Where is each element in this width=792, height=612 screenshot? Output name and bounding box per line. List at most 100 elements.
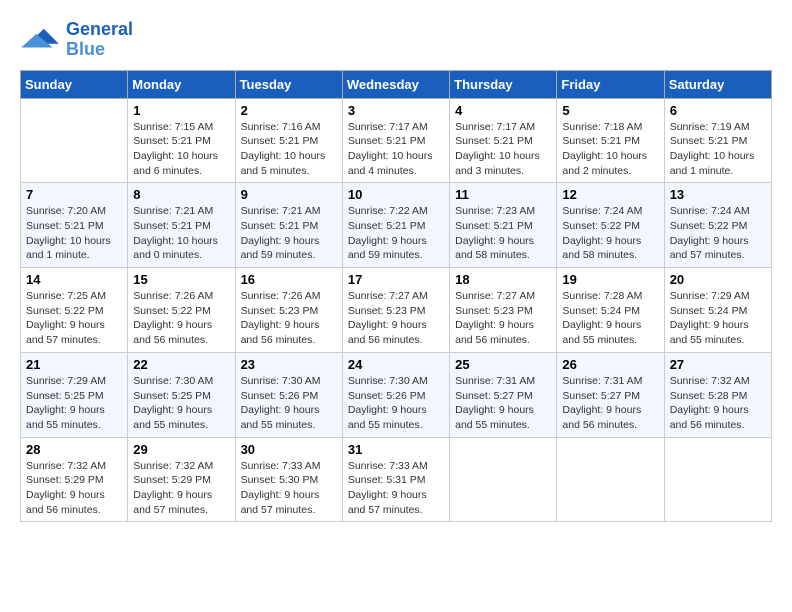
day-info: Sunrise: 7:33 AMSunset: 5:30 PMDaylight:… xyxy=(241,459,337,518)
day-info: Sunrise: 7:21 AMSunset: 5:21 PMDaylight:… xyxy=(241,204,337,263)
day-number: 4 xyxy=(455,103,551,118)
calendar-cell: 9 Sunrise: 7:21 AMSunset: 5:21 PMDaylight… xyxy=(235,183,342,268)
column-header-monday: Monday xyxy=(128,70,235,98)
day-info: Sunrise: 7:26 AMSunset: 5:22 PMDaylight:… xyxy=(133,289,229,348)
calendar-cell: 8 Sunrise: 7:21 AMSunset: 5:21 PMDaylight… xyxy=(128,183,235,268)
day-info: Sunrise: 7:17 AMSunset: 5:21 PMDaylight:… xyxy=(455,120,551,179)
day-info: Sunrise: 7:32 AMSunset: 5:29 PMDaylight:… xyxy=(133,459,229,518)
day-info: Sunrise: 7:25 AMSunset: 5:22 PMDaylight:… xyxy=(26,289,122,348)
day-number: 10 xyxy=(348,187,444,202)
calendar-table: SundayMondayTuesdayWednesdayThursdayFrid… xyxy=(20,70,772,523)
calendar-cell: 29 Sunrise: 7:32 AMSunset: 5:29 PMDayligh… xyxy=(128,437,235,522)
day-info: Sunrise: 7:27 AMSunset: 5:23 PMDaylight:… xyxy=(455,289,551,348)
day-number: 2 xyxy=(241,103,337,118)
calendar-cell xyxy=(664,437,771,522)
calendar-cell: 21Sunrise: 7:29 AMSunset: 5:25 PMDayligh… xyxy=(21,352,128,437)
calendar-cell: 30 Sunrise: 7:33 AMSunset: 5:30 PMDayligh… xyxy=(235,437,342,522)
calendar-cell xyxy=(557,437,664,522)
calendar-cell xyxy=(21,98,128,183)
logo: GeneralBlue xyxy=(20,20,133,60)
calendar-cell: 27Sunrise: 7:32 AMSunset: 5:28 PMDayligh… xyxy=(664,352,771,437)
day-number: 16 xyxy=(241,272,337,287)
calendar-cell: 26 Sunrise: 7:31 AMSunset: 5:27 PMDayligh… xyxy=(557,352,664,437)
day-number: 15 xyxy=(133,272,229,287)
day-number: 25 xyxy=(455,357,551,372)
column-header-friday: Friday xyxy=(557,70,664,98)
calendar-cell: 22Sunrise: 7:30 AMSunset: 5:25 PMDayligh… xyxy=(128,352,235,437)
calendar-cell: 14 Sunrise: 7:25 AMSunset: 5:22 PMDayligh… xyxy=(21,268,128,353)
calendar-cell: 15 Sunrise: 7:26 AMSunset: 5:22 PMDayligh… xyxy=(128,268,235,353)
calendar-week-row: 1 Sunrise: 7:15 AMSunset: 5:21 PMDaylight… xyxy=(21,98,772,183)
day-info: Sunrise: 7:23 AMSunset: 5:21 PMDaylight:… xyxy=(455,204,551,263)
column-header-sunday: Sunday xyxy=(21,70,128,98)
day-info: Sunrise: 7:31 AMSunset: 5:27 PMDaylight:… xyxy=(562,374,658,433)
day-number: 7 xyxy=(26,187,122,202)
day-info: Sunrise: 7:31 AMSunset: 5:27 PMDaylight:… xyxy=(455,374,551,433)
day-number: 6 xyxy=(670,103,766,118)
day-info: Sunrise: 7:15 AMSunset: 5:21 PMDaylight:… xyxy=(133,120,229,179)
calendar-cell: 6 Sunrise: 7:19 AMSunset: 5:21 PMDaylight… xyxy=(664,98,771,183)
day-info: Sunrise: 7:19 AMSunset: 5:21 PMDaylight:… xyxy=(670,120,766,179)
logo-icon xyxy=(20,25,60,55)
column-header-saturday: Saturday xyxy=(664,70,771,98)
day-number: 30 xyxy=(241,442,337,457)
calendar-header-row: SundayMondayTuesdayWednesdayThursdayFrid… xyxy=(21,70,772,98)
day-info: Sunrise: 7:20 AMSunset: 5:21 PMDaylight:… xyxy=(26,204,122,263)
calendar-cell: 18Sunrise: 7:27 AMSunset: 5:23 PMDayligh… xyxy=(450,268,557,353)
day-info: Sunrise: 7:29 AMSunset: 5:24 PMDaylight:… xyxy=(670,289,766,348)
calendar-cell: 1 Sunrise: 7:15 AMSunset: 5:21 PMDaylight… xyxy=(128,98,235,183)
calendar-cell: 13 Sunrise: 7:24 AMSunset: 5:22 PMDayligh… xyxy=(664,183,771,268)
day-info: Sunrise: 7:27 AMSunset: 5:23 PMDaylight:… xyxy=(348,289,444,348)
calendar-cell: 19Sunrise: 7:28 AMSunset: 5:24 PMDayligh… xyxy=(557,268,664,353)
day-info: Sunrise: 7:24 AMSunset: 5:22 PMDaylight:… xyxy=(670,204,766,263)
calendar-cell: 28 Sunrise: 7:32 AMSunset: 5:29 PMDayligh… xyxy=(21,437,128,522)
day-number: 9 xyxy=(241,187,337,202)
day-number: 12 xyxy=(562,187,658,202)
column-header-wednesday: Wednesday xyxy=(342,70,449,98)
day-number: 3 xyxy=(348,103,444,118)
column-header-thursday: Thursday xyxy=(450,70,557,98)
calendar-cell: 4 Sunrise: 7:17 AMSunset: 5:21 PMDaylight… xyxy=(450,98,557,183)
calendar-cell: 10 Sunrise: 7:22 AMSunset: 5:21 PMDayligh… xyxy=(342,183,449,268)
day-number: 26 xyxy=(562,357,658,372)
day-number: 28 xyxy=(26,442,122,457)
calendar-cell: 2 Sunrise: 7:16 AMSunset: 5:21 PMDaylight… xyxy=(235,98,342,183)
logo-text: GeneralBlue xyxy=(66,20,133,60)
day-number: 13 xyxy=(670,187,766,202)
calendar-cell: 31 Sunrise: 7:33 AMSunset: 5:31 PMDayligh… xyxy=(342,437,449,522)
day-number: 21 xyxy=(26,357,122,372)
day-info: Sunrise: 7:18 AMSunset: 5:21 PMDaylight:… xyxy=(562,120,658,179)
calendar-cell: 5 Sunrise: 7:18 AMSunset: 5:21 PMDaylight… xyxy=(557,98,664,183)
calendar-cell: 11 Sunrise: 7:23 AMSunset: 5:21 PMDayligh… xyxy=(450,183,557,268)
calendar-cell: 25 Sunrise: 7:31 AMSunset: 5:27 PMDayligh… xyxy=(450,352,557,437)
day-number: 14 xyxy=(26,272,122,287)
day-number: 17 xyxy=(348,272,444,287)
day-number: 29 xyxy=(133,442,229,457)
calendar-cell: 24Sunrise: 7:30 AMSunset: 5:26 PMDayligh… xyxy=(342,352,449,437)
calendar-cell: 3Sunrise: 7:17 AMSunset: 5:21 PMDaylight… xyxy=(342,98,449,183)
day-info: Sunrise: 7:21 AMSunset: 5:21 PMDaylight:… xyxy=(133,204,229,263)
day-number: 31 xyxy=(348,442,444,457)
calendar-week-row: 28 Sunrise: 7:32 AMSunset: 5:29 PMDayligh… xyxy=(21,437,772,522)
calendar-cell: 16Sunrise: 7:26 AMSunset: 5:23 PMDayligh… xyxy=(235,268,342,353)
day-info: Sunrise: 7:32 AMSunset: 5:29 PMDaylight:… xyxy=(26,459,122,518)
calendar-cell: 20Sunrise: 7:29 AMSunset: 5:24 PMDayligh… xyxy=(664,268,771,353)
day-info: Sunrise: 7:30 AMSunset: 5:26 PMDaylight:… xyxy=(241,374,337,433)
day-info: Sunrise: 7:16 AMSunset: 5:21 PMDaylight:… xyxy=(241,120,337,179)
day-number: 22 xyxy=(133,357,229,372)
day-number: 1 xyxy=(133,103,229,118)
day-number: 24 xyxy=(348,357,444,372)
day-info: Sunrise: 7:24 AMSunset: 5:22 PMDaylight:… xyxy=(562,204,658,263)
calendar-week-row: 14 Sunrise: 7:25 AMSunset: 5:22 PMDayligh… xyxy=(21,268,772,353)
calendar-cell: 7 Sunrise: 7:20 AMSunset: 5:21 PMDaylight… xyxy=(21,183,128,268)
calendar-week-row: 7 Sunrise: 7:20 AMSunset: 5:21 PMDaylight… xyxy=(21,183,772,268)
day-number: 5 xyxy=(562,103,658,118)
day-info: Sunrise: 7:33 AMSunset: 5:31 PMDaylight:… xyxy=(348,459,444,518)
day-number: 11 xyxy=(455,187,551,202)
calendar-week-row: 21Sunrise: 7:29 AMSunset: 5:25 PMDayligh… xyxy=(21,352,772,437)
calendar-cell xyxy=(450,437,557,522)
day-number: 8 xyxy=(133,187,229,202)
day-info: Sunrise: 7:22 AMSunset: 5:21 PMDaylight:… xyxy=(348,204,444,263)
column-header-tuesday: Tuesday xyxy=(235,70,342,98)
calendar-cell: 23Sunrise: 7:30 AMSunset: 5:26 PMDayligh… xyxy=(235,352,342,437)
